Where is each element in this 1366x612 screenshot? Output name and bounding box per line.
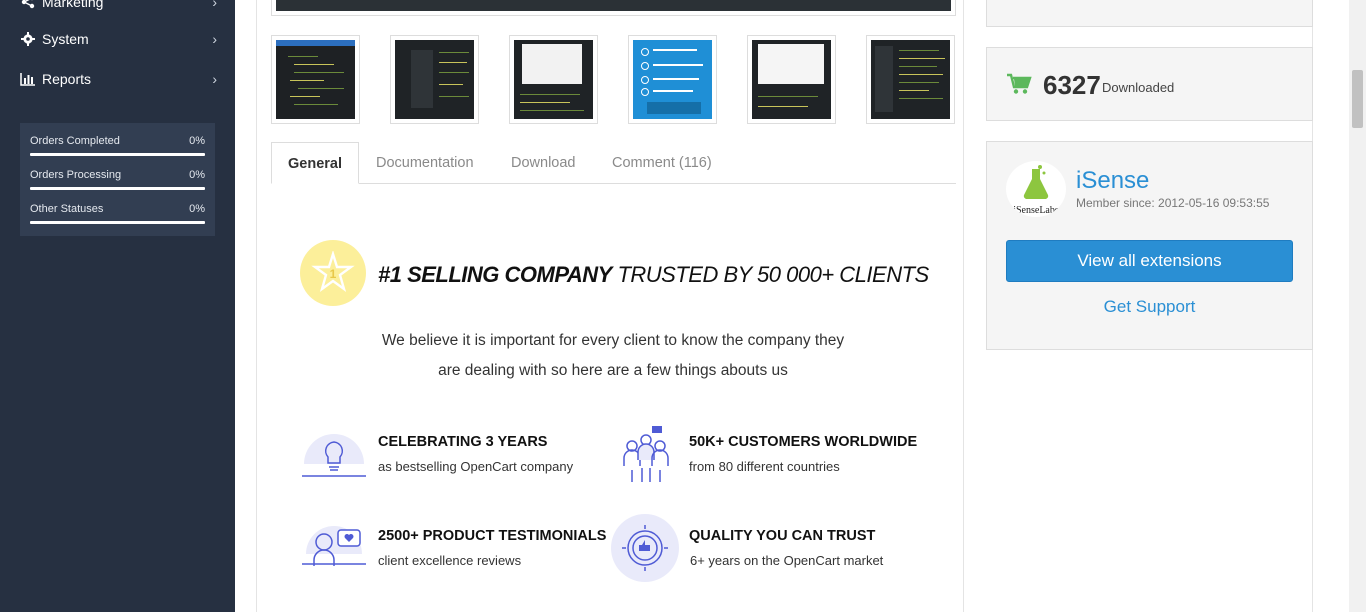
progress-bar: [30, 153, 205, 156]
stat-label: Orders Completed: [30, 135, 120, 147]
sidebar-item-system[interactable]: System ›: [0, 19, 235, 59]
download-count: 6327: [1043, 70, 1101, 100]
intro-text: We believe it is important for every cli…: [371, 326, 855, 386]
quality-badge-icon: [611, 514, 679, 582]
feature-title: QUALITY YOU CAN TRUST: [689, 528, 876, 544]
progress-bar: [30, 187, 205, 190]
headline-rest: TRUSTED BY 50 000+ CLIENTS: [611, 262, 929, 287]
share-icon: [20, 0, 36, 10]
download-label: Downloaded: [1102, 80, 1175, 95]
feature-subtitle: as bestselling OpenCart company: [378, 459, 574, 474]
feature-title: 50K+ CUSTOMERS WORLDWIDE: [689, 434, 918, 450]
stat-label: Orders Processing: [30, 169, 122, 181]
feature-subtitle: from 80 different countries: [689, 459, 840, 474]
chevron-right-icon: ›: [212, 31, 217, 47]
number-one-badge-icon: 1: [300, 240, 366, 306]
sidebar-item-label: Reports: [42, 71, 92, 87]
tab-bar: General Documentation Download Comment (…: [271, 142, 956, 184]
stat-label: Other Statuses: [30, 203, 104, 215]
thumbnail-2[interactable]: [390, 35, 479, 124]
get-support-link[interactable]: Get Support: [1006, 297, 1293, 317]
author-logo[interactable]: iSenseLabs: [1006, 161, 1066, 217]
sidebar-item-reports[interactable]: Reports ›: [0, 59, 235, 99]
main-screenshot[interactable]: [271, 0, 956, 16]
svg-text:1: 1: [330, 267, 337, 281]
thumbnail-3[interactable]: [509, 35, 598, 124]
order-stats-panel: Orders Completed 0% Orders Processing 0%…: [20, 123, 215, 236]
intro-line: We believe it is important for every cli…: [381, 332, 845, 349]
tab-general[interactable]: General: [271, 142, 359, 184]
stat-percent: 0%: [189, 203, 205, 215]
intro-line: are dealing with so here are a few thing…: [438, 362, 788, 379]
thumbnail-1[interactable]: [271, 35, 360, 124]
sidebar: Marketing › System › Reports › Orders Co…: [0, 0, 235, 612]
feature-subtitle: 6+ years on the OpenCart market: [690, 553, 884, 568]
thumbnail-6[interactable]: [866, 35, 955, 124]
bar-chart-icon: [20, 71, 36, 87]
member-since: Member since: 2012-05-16 09:53:55: [1076, 196, 1270, 210]
thumbnail-5[interactable]: [747, 35, 836, 124]
feature-title: CELEBRATING 3 YEARS: [378, 434, 548, 450]
view-all-extensions-button[interactable]: View all extensions: [1006, 240, 1293, 282]
tab-comment[interactable]: Comment (116): [596, 142, 728, 184]
tab-documentation[interactable]: Documentation: [360, 142, 490, 184]
gear-icon: [20, 31, 36, 47]
customers-icon: [612, 420, 680, 488]
author-name[interactable]: iSense: [1076, 167, 1149, 195]
cart-icon: [1006, 73, 1032, 100]
stat-other-statuses: Other Statuses 0%: [30, 201, 205, 235]
stat-orders-processing: Orders Processing 0%: [30, 167, 205, 201]
stat-percent: 0%: [189, 135, 205, 147]
sidebar-item-label: Marketing: [42, 0, 104, 10]
feature-title: 2500+ PRODUCT TESTIMONIALS: [378, 528, 607, 544]
tab-download[interactable]: Download: [495, 142, 592, 184]
testimonial-icon: [300, 516, 368, 584]
chevron-right-icon: ›: [212, 0, 217, 10]
info-box-top: [986, 0, 1313, 27]
lightbulb-icon: [300, 424, 368, 492]
headline-bold: #1 SELLING COMPANY: [378, 262, 612, 287]
thumbnail-4[interactable]: [628, 35, 717, 124]
sidebar-item-label: System: [42, 31, 89, 47]
progress-bar: [30, 221, 205, 224]
feature-subtitle: client excellence reviews: [378, 553, 522, 568]
stat-percent: 0%: [189, 169, 205, 181]
chevron-right-icon: ›: [212, 71, 217, 87]
scrollbar-thumb[interactable]: [1352, 70, 1363, 128]
stat-orders-completed: Orders Completed 0%: [30, 133, 205, 167]
headline: #1 SELLING COMPANY TRUSTED BY 50 000+ CL…: [378, 262, 929, 288]
